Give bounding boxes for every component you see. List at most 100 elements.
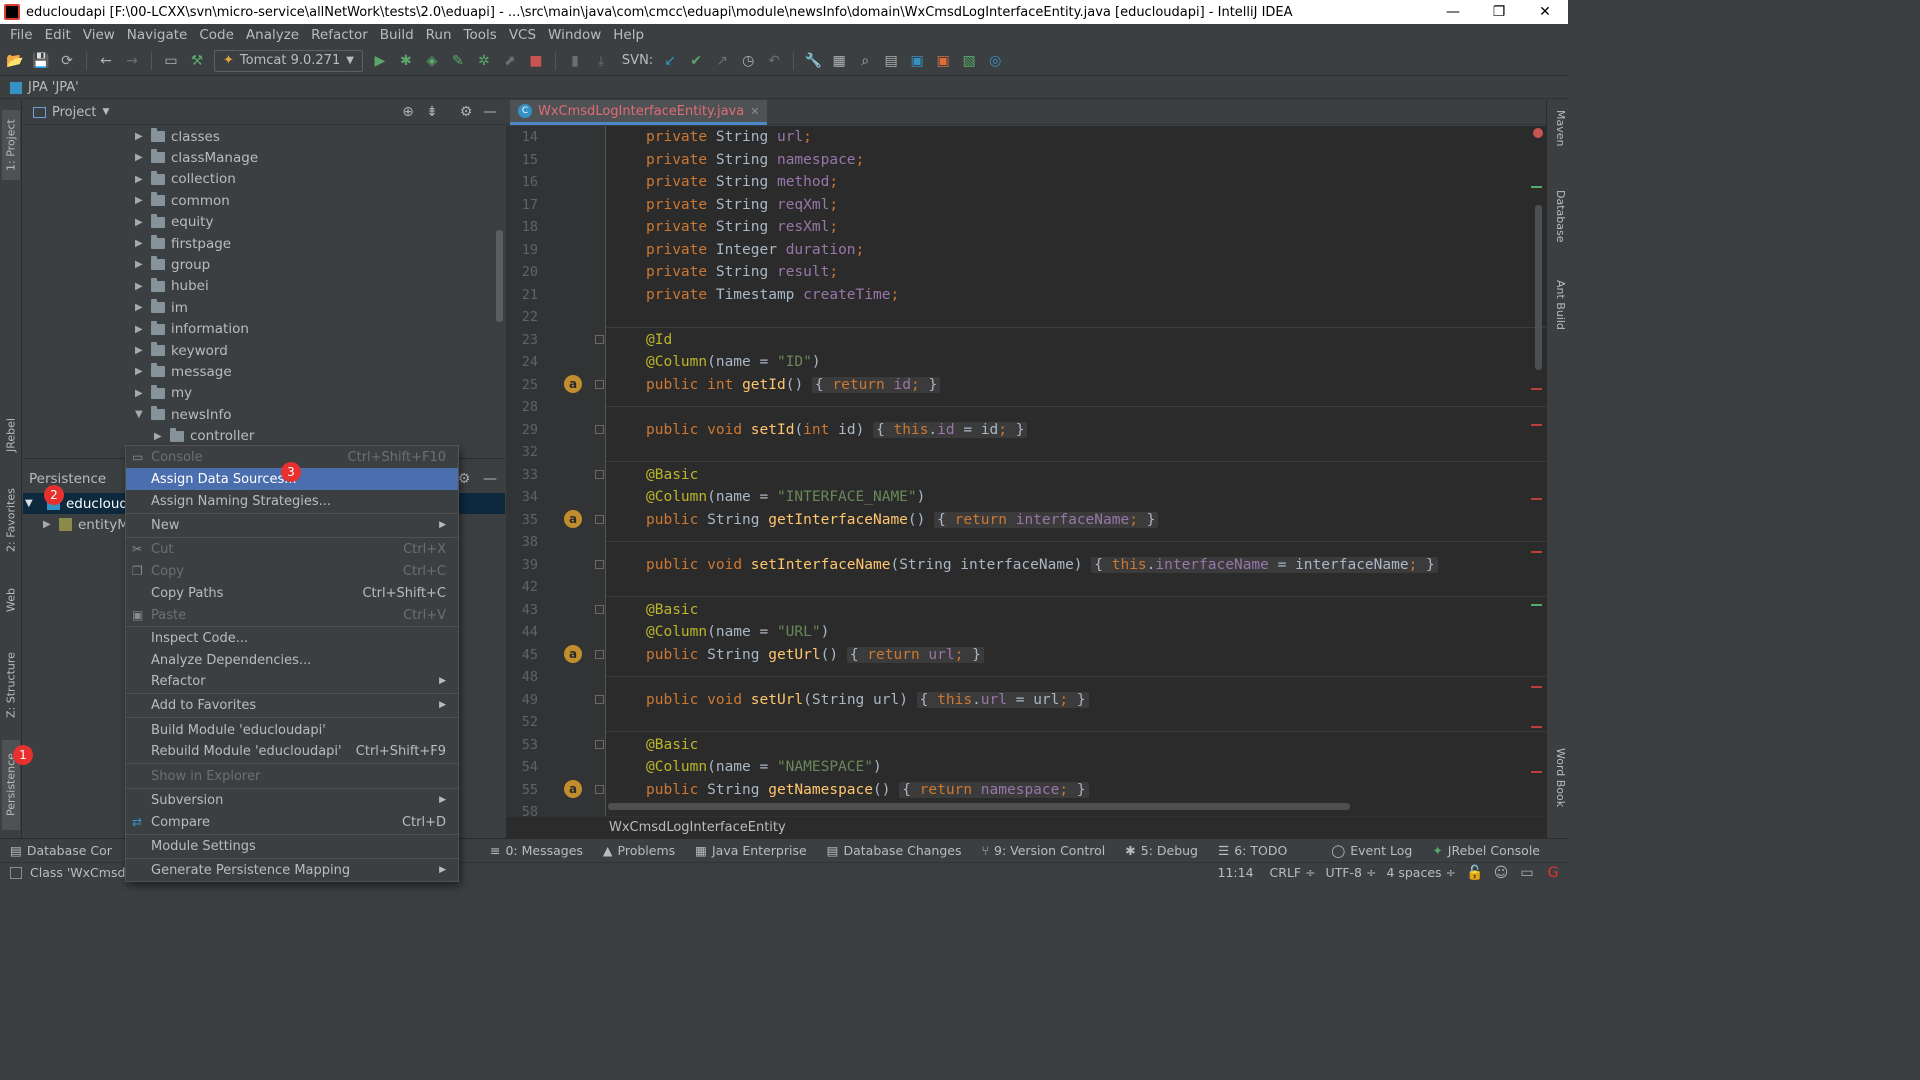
tree-folder[interactable]: ▶ classes [135,126,220,147]
entity-attribute-gutter-icon[interactable]: a [564,510,582,528]
expand-arrow-icon[interactable]: ▶ [135,388,145,399]
hide-panel-icon[interactable]: — [481,103,499,121]
locate-icon[interactable]: ⊕ [399,103,417,121]
menu-edit[interactable]: Edit [39,27,77,43]
expand-arrow-icon[interactable]: ▶ [135,195,145,206]
menu-item-show-in-explorer[interactable]: Show in Explorer [126,765,458,787]
settings-wrench-icon[interactable]: 🔧 [804,52,822,70]
expand-arrow-icon[interactable]: ▶ [135,366,145,377]
menu-file[interactable]: File [4,27,39,43]
menu-item-build-module[interactable]: Build Module 'educloudapi' [126,719,458,741]
run-icon[interactable]: ▶ [371,52,389,70]
tab-java-enterprise[interactable]: ▦ Java Enterprise [685,843,817,858]
debug-icon[interactable]: ✱ [397,52,415,70]
error-stripe-mark[interactable] [1531,686,1542,688]
fold-marker-icon[interactable] [595,740,604,749]
menu-item-rebuild-module[interactable]: Rebuild Module 'educloudapi' Ctrl+Shift+F… [126,740,458,762]
lock-icon[interactable]: 🔓 [1466,864,1484,882]
editor-tab-active[interactable]: C WxCmsdLogInterfaceEntity.java ✕ [510,100,768,125]
error-stripe-mark[interactable] [1531,551,1542,553]
tab-database-changes[interactable]: ▤ Database Changes [817,843,972,858]
collapse-arrow-icon[interactable]: ▼ [25,498,35,509]
tree-folder[interactable]: ▶ my [135,383,192,404]
monitor-icon[interactable]: ▧ [960,52,978,70]
minimize-button[interactable]: — [1430,0,1476,24]
tab-database[interactable]: Database [1549,190,1567,260]
fold-marker-icon[interactable] [595,470,604,479]
tree-folder[interactable]: ▶ group [135,254,210,275]
save-icon[interactable]: 💾 [32,52,50,70]
tree-folder[interactable]: ▶ equity [135,212,213,233]
tree-folder[interactable]: ▶ controller [154,426,254,446]
attach-icon[interactable]: ▮ [566,52,584,70]
menu-view[interactable]: View [77,27,121,43]
entity-attribute-gutter-icon[interactable]: a [564,645,582,663]
tab-word-book[interactable]: Word Book [1549,748,1567,828]
menu-code[interactable]: Code [193,27,240,43]
error-stripe-mark[interactable] [1531,388,1542,390]
editor-scrollbar[interactable] [1535,205,1542,370]
build-hammer-icon[interactable]: ⚒ [188,52,206,70]
tree-folder[interactable]: ▶ keyword [135,340,228,361]
menu-item-compare[interactable]: ⇄ Compare Ctrl+D [126,811,458,833]
menu-item-paste[interactable]: ▣ Paste Ctrl+V [126,604,458,626]
expand-arrow-icon[interactable]: ▶ [135,217,145,228]
menu-item-add-to-favorites[interactable]: Add to Favorites ▶ [126,694,458,716]
entity-attribute-gutter-icon[interactable]: a [564,780,582,798]
tab-todo[interactable]: ☰ 6: TODO [1208,843,1297,858]
svn-push-icon[interactable]: ↗ [713,52,731,70]
error-stripe-mark[interactable] [1531,771,1542,773]
fold-marker-icon[interactable] [595,560,604,569]
menu-build[interactable]: Build [374,27,420,43]
check-circle-icon[interactable]: ◎ [986,52,1004,70]
tree-folder[interactable]: ▶ firstpage [135,233,231,254]
jrebel-run-icon[interactable]: ✎ [449,52,467,70]
download-icon[interactable]: ⤓ [592,52,610,70]
svn-commit-icon[interactable]: ✔ [687,52,705,70]
tab-maven[interactable]: Maven [1549,110,1567,170]
coverage-icon[interactable]: ◈ [423,52,441,70]
update-icon[interactable]: ⬈ [501,52,519,70]
tree-folder[interactable]: ▶ information [135,319,249,340]
error-stripe-mark[interactable] [1531,424,1542,426]
tab-version-control[interactable]: ⑂ 9: Version Control [971,843,1115,858]
tab-project[interactable]: 1: Project [2,110,20,180]
editor-horizontal-scrollbar[interactable] [608,803,1350,810]
run-configuration-select[interactable]: ✦ Tomcat 9.0.271 ▼ [214,49,363,72]
expand-arrow-icon[interactable]: ▶ [135,131,145,142]
menu-analyze[interactable]: Analyze [240,27,305,43]
tree-folder[interactable]: ▶ message [135,361,232,382]
menu-item-subversion[interactable]: Subversion ▶ [126,789,458,811]
menu-window[interactable]: Window [542,27,607,43]
stop-icon[interactable]: ■ [527,52,545,70]
tab-database-console[interactable]: ▤ Database Cor [0,843,130,858]
plugin-icon[interactable]: ▤ [882,52,900,70]
menu-item-module-settings[interactable]: Module Settings [126,835,458,857]
code-editor[interactable]: 14 private String url; 15 private String n… [506,126,1546,816]
tab-debug[interactable]: ✱ 5: Debug [1115,843,1208,858]
restore-button[interactable]: ❐ [1476,0,1522,24]
tab-jrebel[interactable]: JRebel [2,405,20,465]
tree-folder[interactable]: ▶ classManage [135,147,258,168]
collapse-all-icon[interactable]: ⇟ [423,103,441,121]
persistence-child-row[interactable]: ▶ entityM [43,514,129,535]
expand-arrow-icon[interactable]: ▶ [154,431,164,442]
hide-panel-icon[interactable]: — [481,470,499,488]
tree-folder[interactable]: ▶ im [135,297,188,318]
tab-ant-build[interactable]: Ant Build [1549,280,1567,350]
expand-arrow-icon[interactable]: ▶ [135,302,145,313]
jpa-breadcrumb[interactable]: JPA 'JPA' [28,80,79,95]
search-icon[interactable]: ⌕ [856,52,874,70]
expand-arrow-icon[interactable]: ▶ [135,345,145,356]
menu-navigate[interactable]: Navigate [121,27,194,43]
menu-item-copy[interactable]: ❐ Copy Ctrl+C [126,560,458,582]
fold-marker-icon[interactable] [595,335,604,344]
expand-arrow-icon[interactable]: ▶ [135,281,145,292]
encoding-select[interactable]: UTF-8 ÷ [1326,865,1377,880]
tree-folder[interactable]: ▶ common [135,190,230,211]
tree-folder[interactable]: ▶ collection [135,169,236,190]
tab-problems[interactable]: ▲ Problems [593,843,685,858]
line-separator-select[interactable]: CRLF ÷ [1270,865,1316,880]
tab-web[interactable]: Web [2,580,20,620]
back-icon[interactable]: ← [97,52,115,70]
